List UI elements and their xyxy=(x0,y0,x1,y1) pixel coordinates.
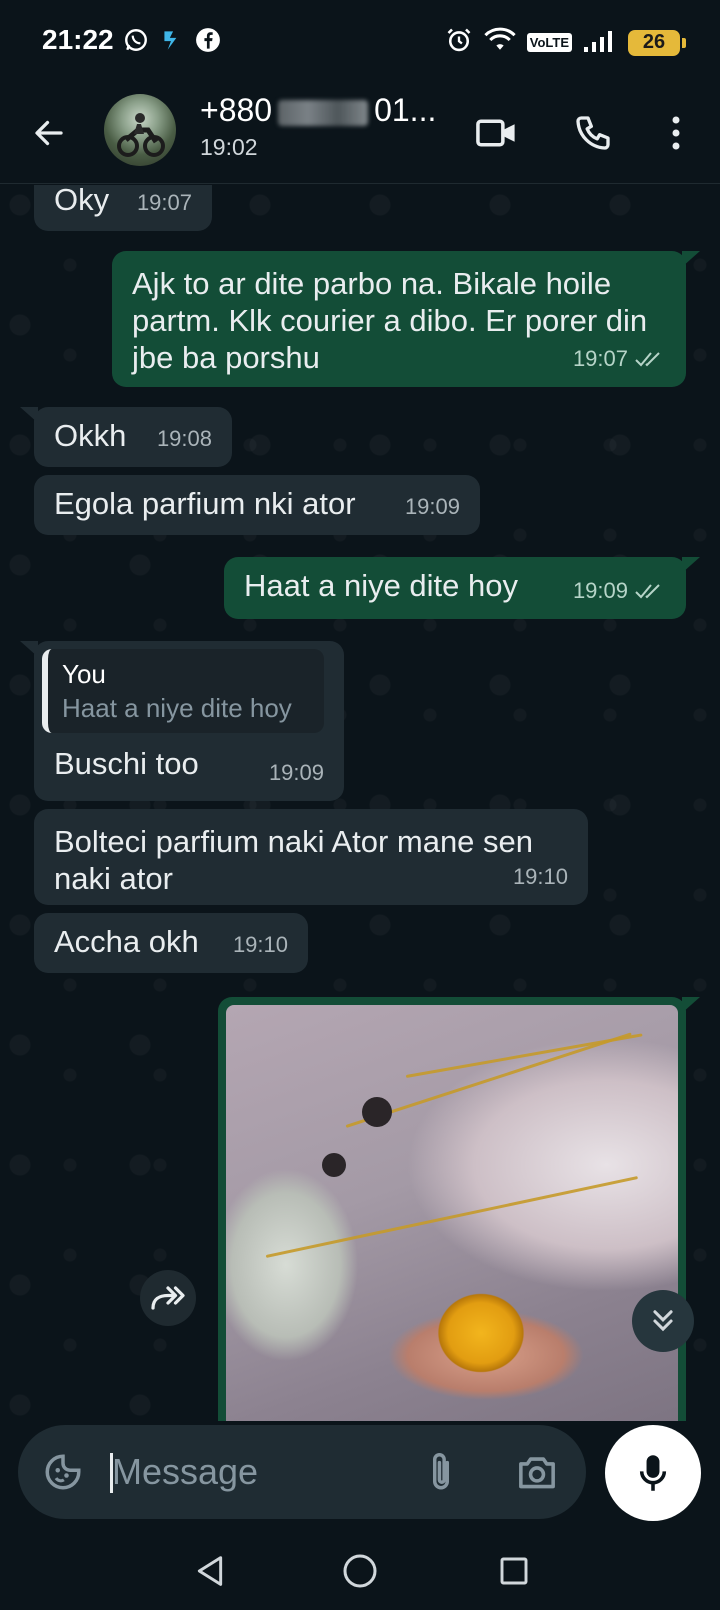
voice-call-button[interactable] xyxy=(568,108,618,158)
sticker-emoji-button[interactable] xyxy=(40,1449,86,1495)
microphone-icon xyxy=(639,1455,667,1491)
forward-icon xyxy=(151,1286,185,1310)
photo-detail xyxy=(362,1097,392,1127)
message-incoming[interactable]: Okkh 19:08 xyxy=(20,407,232,467)
message-text: Okkh xyxy=(54,418,127,453)
message-incoming[interactable]: Egola parfium nki ator 19:09 xyxy=(34,475,480,535)
system-navigation-bar xyxy=(0,1531,720,1610)
app-notification-icon xyxy=(158,26,186,54)
message-time: 19:10 xyxy=(232,932,288,957)
contact-name-suffix: 01... xyxy=(374,92,437,128)
status-bar: 21:22 VoLTE 26 xyxy=(0,0,720,84)
photo-detail xyxy=(265,1176,639,1258)
triangle-back-icon xyxy=(197,1556,223,1586)
chat-header: +880 01... 19:02 xyxy=(0,84,720,184)
read-receipt-icon xyxy=(634,350,666,368)
video-camera-icon xyxy=(476,119,515,147)
message-time: 19:09 xyxy=(572,578,628,603)
back-button[interactable] xyxy=(26,110,72,156)
nav-recents-button[interactable] xyxy=(494,1551,534,1591)
paperclip-icon xyxy=(432,1453,450,1490)
status-notification-icons xyxy=(122,26,222,54)
contact-name-prefix: +880 xyxy=(200,92,273,128)
photo-detail xyxy=(322,1153,346,1177)
read-receipt-icon xyxy=(634,582,666,600)
more-options-button[interactable] xyxy=(656,108,696,158)
message-incoming[interactable]: Oky 19:07 xyxy=(34,185,212,231)
voice-message-button[interactable] xyxy=(605,1425,701,1521)
nav-home-button[interactable] xyxy=(340,1551,380,1591)
quoted-text: Haat a niye dite hoy xyxy=(62,693,292,723)
message-text: Buschi too xyxy=(54,746,199,781)
signal-icon xyxy=(582,27,618,58)
message-text: Ajk to ar dite parbo na. Bikale hoile pa… xyxy=(132,266,648,375)
circle-home-icon xyxy=(343,1554,377,1588)
alarm-icon xyxy=(445,26,473,59)
last-seen-time: 19:02 xyxy=(200,134,258,160)
forward-button[interactable] xyxy=(140,1270,196,1326)
contact-avatar[interactable] xyxy=(104,94,176,166)
wifi-icon xyxy=(483,26,517,59)
video-call-button[interactable] xyxy=(472,108,522,158)
message-time: 19:09 xyxy=(268,760,324,785)
message-time: 19:08 xyxy=(156,426,212,451)
message-text: Egola parfium nki ator xyxy=(54,486,356,521)
battery-indicator: 26 xyxy=(628,29,686,56)
phone-icon xyxy=(576,116,610,150)
message-meta: 19:09 xyxy=(573,572,666,609)
message-input[interactable] xyxy=(112,1445,372,1499)
composer-bar xyxy=(0,1421,720,1531)
message-time: 19:10 xyxy=(512,864,568,889)
message-text: Accha okh xyxy=(54,924,199,959)
message-outgoing[interactable]: Haat a niye dite hoy 19:09 xyxy=(224,557,700,619)
message-incoming-reply[interactable]: You Haat a niye dite hoy Buschi too 19:0… xyxy=(20,641,344,801)
message-text: Oky xyxy=(54,185,110,217)
message-meta: 19:07 xyxy=(573,340,666,377)
double-chevron-down-icon xyxy=(653,1310,673,1332)
message-time: 19:07 xyxy=(136,190,192,215)
scroll-to-bottom-button[interactable] xyxy=(632,1290,694,1352)
message-outgoing[interactable]: Ajk to ar dite parbo na. Bikale hoile pa… xyxy=(112,251,700,387)
quoted-message[interactable]: You Haat a niye dite hoy xyxy=(42,649,324,733)
message-incoming[interactable]: Bolteci parfium naki Ator mane sen naki … xyxy=(34,809,588,905)
volte-badge: VoLTE xyxy=(526,33,572,52)
message-composer[interactable] xyxy=(18,1425,586,1519)
message-incoming[interactable]: Accha okh 19:10 xyxy=(34,913,308,973)
message-time: 19:09 xyxy=(404,494,460,519)
nav-back-button[interactable] xyxy=(190,1551,230,1591)
contact-name[interactable]: +880 01... xyxy=(200,92,436,129)
status-time: 21:22 xyxy=(42,24,114,55)
photo-detail xyxy=(405,1033,643,1078)
status-system-icons: VoLTE 26 xyxy=(445,26,686,59)
whatsapp-icon xyxy=(122,26,150,54)
sticker-icon xyxy=(45,1454,81,1490)
message-outgoing-image[interactable] xyxy=(218,997,700,1421)
chat-area[interactable]: Oky 19:07 Ajk to ar dite parbo na. Bikal… xyxy=(0,185,720,1421)
kebab-menu-icon xyxy=(672,116,680,150)
camera-button[interactable] xyxy=(512,1447,562,1497)
facebook-icon xyxy=(194,26,222,54)
camera-icon xyxy=(519,1457,555,1489)
arrow-left-icon xyxy=(35,120,63,146)
photo-attachment[interactable] xyxy=(226,1005,678,1421)
message-text: Bolteci parfium naki Ator mane sen naki … xyxy=(54,824,534,896)
redacted-number-blur xyxy=(278,99,369,126)
square-recents-icon xyxy=(500,1557,528,1585)
attach-button[interactable] xyxy=(418,1447,464,1497)
quoted-author: You xyxy=(62,659,106,689)
message-text: Haat a niye dite hoy xyxy=(244,568,519,603)
message-time: 19:07 xyxy=(572,346,628,371)
